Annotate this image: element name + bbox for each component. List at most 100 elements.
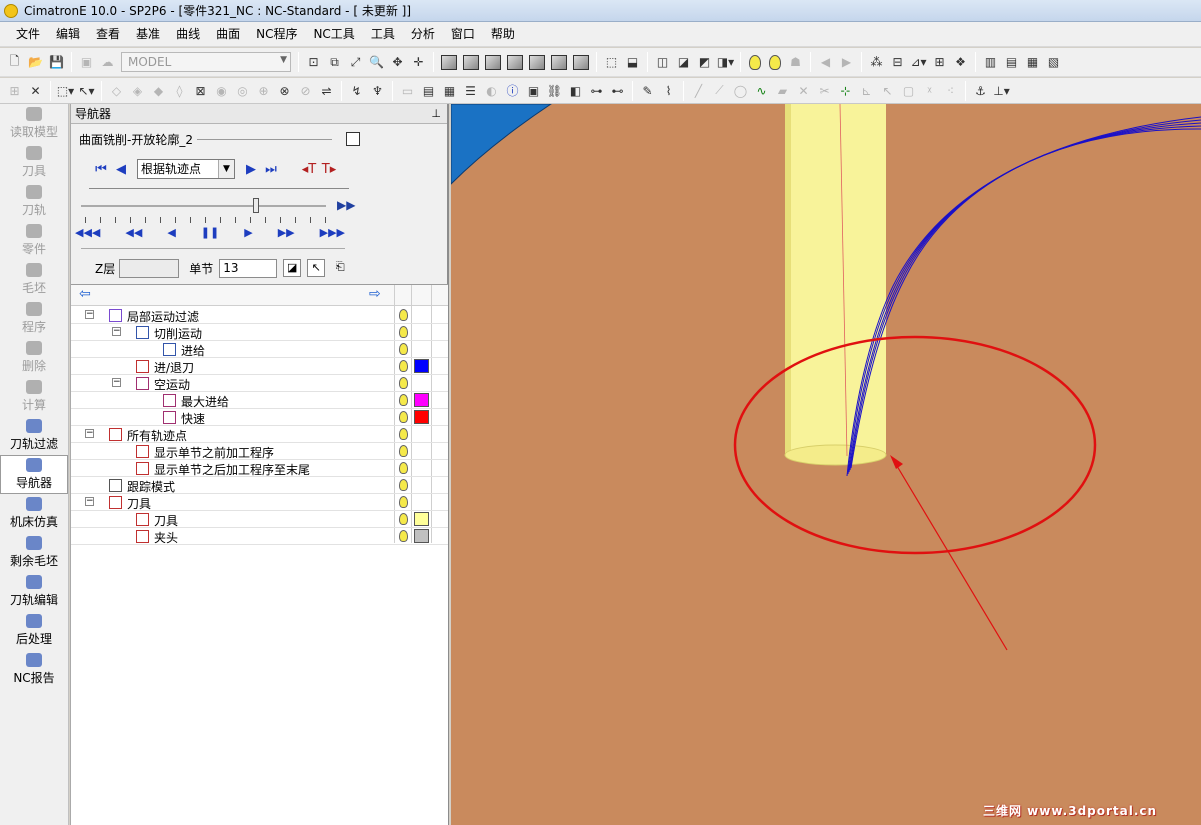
play-icon[interactable]: ▶ (244, 226, 252, 239)
nc-tool-3[interactable]: 零件 (0, 221, 68, 260)
visibility-bulb-icon[interactable] (399, 377, 408, 389)
circle-icon[interactable]: ◯ (731, 81, 750, 100)
view-save-icon[interactable]: ⬓ (623, 53, 642, 72)
view-iso-icon[interactable] (441, 54, 457, 70)
point-line-icon[interactable]: ⟋ (710, 81, 729, 100)
report-icon[interactable]: ▤ (419, 81, 438, 100)
cube-small-icon[interactable]: ◧ (566, 81, 585, 100)
anchor-icon[interactable]: ⚓ (971, 81, 990, 100)
filter-f-icon[interactable]: ◉ (212, 81, 231, 100)
model-combo[interactable]: MODEL ▼ (121, 52, 291, 72)
filter-c-icon[interactable]: ◆ (149, 81, 168, 100)
play-backward-icon[interactable]: ◀ (167, 226, 175, 239)
step-field[interactable]: 13 (219, 258, 278, 278)
shaded-icon[interactable]: ◪ (674, 53, 693, 72)
render-mode-icon[interactable]: ◨▾ (716, 53, 735, 72)
nc-tool-9[interactable]: 导航器 (0, 455, 68, 494)
menu-item-11[interactable]: 帮助 (483, 22, 523, 47)
menu-item-0[interactable]: 文件 (8, 22, 48, 47)
menu-item-4[interactable]: 曲线 (168, 22, 208, 47)
dots-icon[interactable]: ⁖ (941, 81, 960, 100)
filter-a-icon[interactable]: ◇ (107, 81, 126, 100)
visibility-bulb-icon[interactable] (399, 428, 408, 440)
layer-icon[interactable]: ▦ (1023, 53, 1042, 72)
shaded-edges-icon[interactable]: ◩ (695, 53, 714, 72)
nc-tool-7[interactable]: 计算 (0, 377, 68, 416)
tree-row[interactable]: 最大进给 (71, 392, 448, 409)
visibility-bulb-icon[interactable] (399, 326, 408, 338)
snap-icon[interactable]: ⊹ (836, 81, 855, 100)
color-swatch[interactable] (414, 410, 429, 424)
pick-mode-icon[interactable]: ↖▾ (77, 81, 96, 100)
tree-row[interactable]: − 局部运动过滤 (71, 307, 448, 324)
exit-icon[interactable]: ⎗ (331, 259, 349, 277)
visibility-bulb-icon[interactable] (399, 343, 408, 355)
filter-j-icon[interactable]: ⊘ (296, 81, 315, 100)
forward-arrow-icon[interactable]: ▶ (837, 53, 856, 72)
view-bottom-icon[interactable] (573, 54, 589, 70)
navigation-mode-select[interactable]: 根据轨迹点 ▼ (137, 159, 235, 179)
menu-item-7[interactable]: NC工具 (305, 22, 362, 47)
nc-tool-2[interactable]: 刀轨 (0, 182, 68, 221)
last-point-icon[interactable]: ⏭ (261, 162, 281, 177)
view-front-icon[interactable] (463, 54, 479, 70)
comment-icon[interactable]: ◐ (482, 81, 501, 100)
visibility-bulb-icon[interactable] (399, 394, 408, 406)
visibility-bulb-icon[interactable] (399, 479, 408, 491)
frame-icon[interactable]: ▢ (899, 81, 918, 100)
filter-k-icon[interactable]: ⇌ (317, 81, 336, 100)
tree-row[interactable]: − 刀具 (71, 494, 448, 511)
nc-tool-4[interactable]: 毛坯 (0, 260, 68, 299)
polyline-icon[interactable]: ⌇ (659, 81, 678, 100)
param-icon[interactable]: ▣ (524, 81, 543, 100)
zoom-select-icon[interactable]: ⧉ (325, 53, 344, 72)
filter-b-icon[interactable]: ◈ (128, 81, 147, 100)
filter-e-icon[interactable]: ⊠ (191, 81, 210, 100)
first-point-icon[interactable]: ⏮ (91, 162, 111, 177)
filter-g-icon[interactable]: ◎ (233, 81, 252, 100)
menu-item-1[interactable]: 编辑 (48, 22, 88, 47)
menu-item-5[interactable]: 曲面 (208, 22, 248, 47)
delete-selection-icon[interactable]: ✕ (26, 81, 45, 100)
light-off-icon[interactable]: ☗ (786, 53, 805, 72)
book-icon[interactable]: ▥ (981, 53, 1000, 72)
nc-tool-0[interactable]: 读取模型 (0, 104, 68, 143)
collapse-toggle-icon[interactable]: − (85, 429, 94, 438)
tree-row[interactable]: 进/退刀 (71, 358, 448, 375)
rotate-icon[interactable]: ✛ (409, 53, 428, 72)
view-back-icon[interactable] (551, 54, 567, 70)
new-file-icon[interactable]: 🗋 (5, 53, 24, 72)
color-swatch[interactable] (414, 393, 429, 407)
slider-thumb[interactable] (253, 198, 259, 213)
palette-icon[interactable]: ❖ (951, 53, 970, 72)
wireframe-icon[interactable]: ◫ (653, 53, 672, 72)
feature-icon[interactable]: ⊞ (930, 53, 949, 72)
zoom-window-icon[interactable]: ⊡ (304, 53, 323, 72)
visibility-bulb-icon[interactable] (399, 309, 408, 321)
tree-row[interactable]: 跟踪模式 (71, 477, 448, 494)
visibility-bulb-icon[interactable] (399, 360, 408, 372)
filter-d-icon[interactable]: ◊ (170, 81, 189, 100)
rewind-icon[interactable]: ◀◀ (125, 226, 142, 239)
color-swatch[interactable] (414, 512, 429, 526)
tool-next-icon[interactable]: T▸ (319, 162, 339, 177)
pointer-icon[interactable]: ↖ (307, 259, 326, 277)
nc-tool-10[interactable]: 机床仿真 (0, 494, 68, 533)
print-icon[interactable]: ▣ (77, 53, 96, 72)
tree-expand-icon[interactable]: ⊷ (608, 81, 627, 100)
visibility-bulb-icon[interactable] (399, 496, 408, 508)
collapse-toggle-icon[interactable]: − (112, 327, 121, 336)
section-icon[interactable]: ⊿▾ (909, 53, 928, 72)
fast-forward-icon[interactable]: ▶▶ (278, 226, 295, 239)
cross-icon[interactable]: ✕ (794, 81, 813, 100)
tree-icon[interactable]: ⊶ (587, 81, 606, 100)
menu-item-10[interactable]: 窗口 (443, 22, 483, 47)
pan-icon[interactable]: ✥ (388, 53, 407, 72)
fast-rewind-icon[interactable]: ◀◀◀ (75, 226, 100, 239)
select-filter-icon[interactable]: ⬚▾ (56, 81, 75, 100)
tree-row[interactable]: 夹头 (71, 528, 448, 545)
light-bulb-on-icon[interactable] (769, 54, 781, 70)
menu-item-8[interactable]: 工具 (363, 22, 403, 47)
surface-icon[interactable]: ▰ (773, 81, 792, 100)
tree-row[interactable]: − 切削运动 (71, 324, 448, 341)
